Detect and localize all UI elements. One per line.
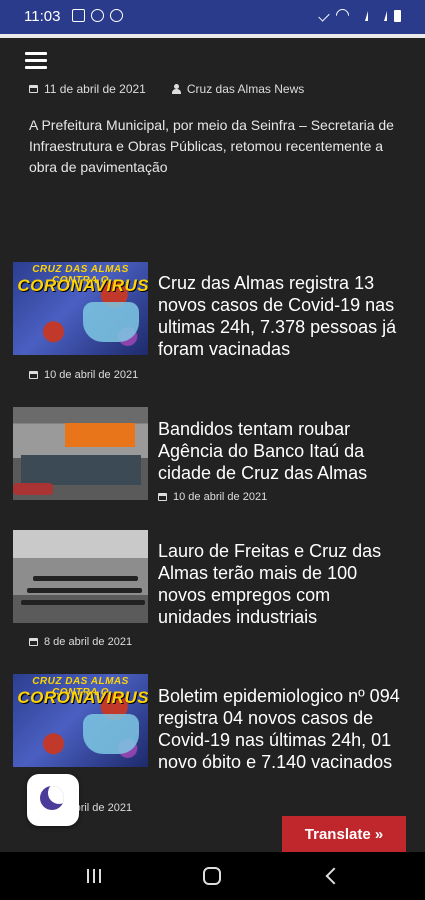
battery-icon <box>394 9 401 22</box>
article-date-text: 10 de abril de 2021 <box>44 369 139 381</box>
signal-icon-2 <box>375 10 387 21</box>
article-title-3[interactable]: Lauro de Freitas e Cruz das Almas terão … <box>158 540 408 628</box>
article-date-text: 8 de abril de 2021 <box>44 636 133 648</box>
recent-apps-icon[interactable] <box>87 869 101 883</box>
gallery-icon <box>72 9 85 22</box>
article-date-text: 10 de abril de 2021 <box>173 491 268 503</box>
article-title-2[interactable]: Bandidos tentam roubar Agência do Banco … <box>158 418 408 484</box>
whatsapp-icon <box>91 9 104 22</box>
author-icon <box>171 84 181 94</box>
home-icon[interactable] <box>203 867 221 885</box>
article-thumbnail-bank[interactable] <box>13 407 148 500</box>
thumbnail-banner-main: CORONAVIRUS <box>17 276 148 295</box>
article-title-4-text: Boletim epidemiologico nº 094 registra 0… <box>158 686 400 772</box>
system-icons <box>318 6 401 25</box>
moon-icon <box>40 786 64 810</box>
article-title-4[interactable]: Boletim epidemiologico nº 094 registra 0… <box>158 685 408 773</box>
calendar-icon <box>29 85 38 93</box>
message-icon <box>110 9 123 22</box>
calendar-icon <box>158 493 167 501</box>
thumbnail-banner-main: CORONAVIRUS <box>17 688 148 707</box>
article-date-1: 10 de abril de 2021 <box>29 369 138 381</box>
calendar-icon <box>29 638 38 646</box>
notification-icons <box>72 9 123 22</box>
header-divider <box>0 34 425 38</box>
article-thumbnail-covid[interactable]: CRUZ DAS ALMAS CONTRA O CORONAVIRUS <box>13 262 148 355</box>
featured-author[interactable]: Cruz das Almas News <box>187 82 304 96</box>
back-icon[interactable] <box>325 867 343 885</box>
dark-mode-toggle[interactable] <box>27 774 79 826</box>
status-time: 11:03 <box>24 8 61 25</box>
hamburger-icon[interactable] <box>25 52 47 70</box>
status-bar: 11:03 <box>0 0 425 34</box>
article-date-3: 8 de abril de 2021 <box>29 636 132 648</box>
article-date-2: 10 de abril de 2021 <box>158 491 267 503</box>
featured-date: 11 de abril de 2021 <box>44 82 146 96</box>
mute-icon <box>318 9 330 22</box>
wifi-icon <box>333 6 352 25</box>
system-nav-bar <box>0 852 425 900</box>
article-title-1[interactable]: Cruz das Almas registra 13 novos casos d… <box>158 272 408 360</box>
signal-icon <box>356 10 368 21</box>
featured-meta: 11 de abril de 2021 Cruz das Almas News <box>29 82 304 96</box>
article-thumbnail-factory[interactable] <box>13 530 148 623</box>
translate-button[interactable]: Translate » <box>282 816 406 852</box>
featured-excerpt: A Prefeitura Municipal, por meio da Sein… <box>29 117 394 175</box>
calendar-icon <box>29 371 38 379</box>
article-thumbnail-covid-2[interactable]: CRUZ DAS ALMAS CONTRA O CORONAVIRUS <box>13 674 148 767</box>
